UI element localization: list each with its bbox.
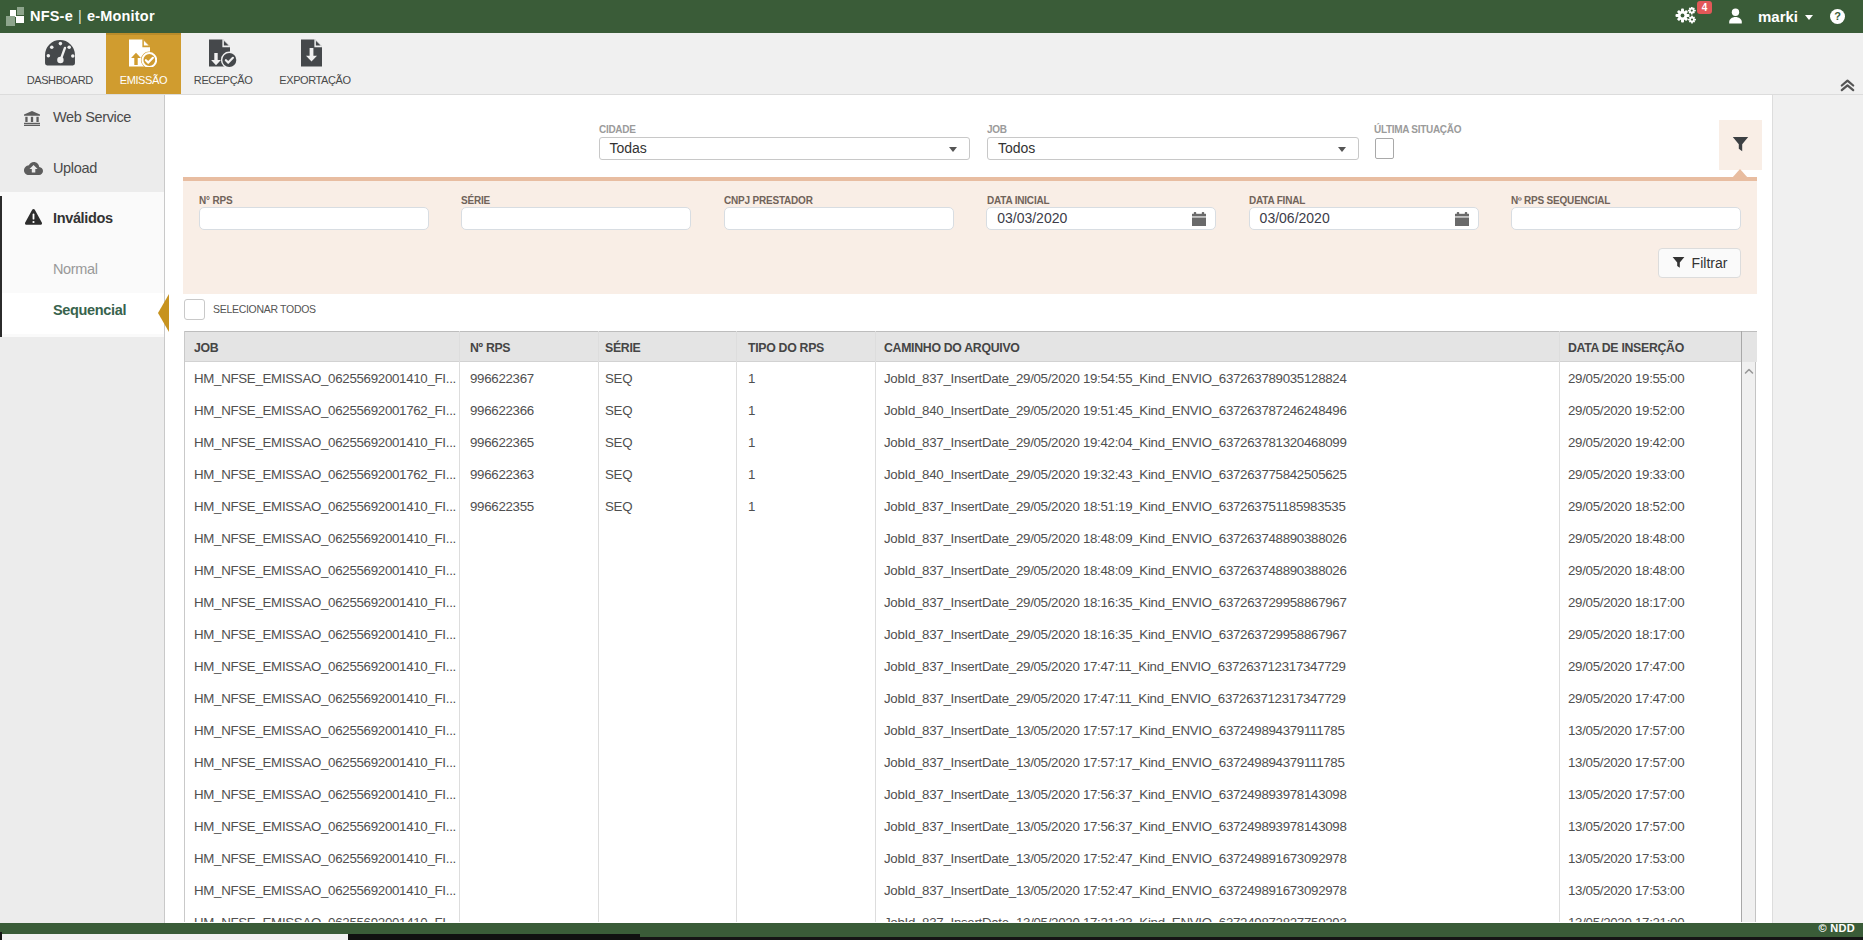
svg-text:?: ? <box>1834 10 1841 22</box>
